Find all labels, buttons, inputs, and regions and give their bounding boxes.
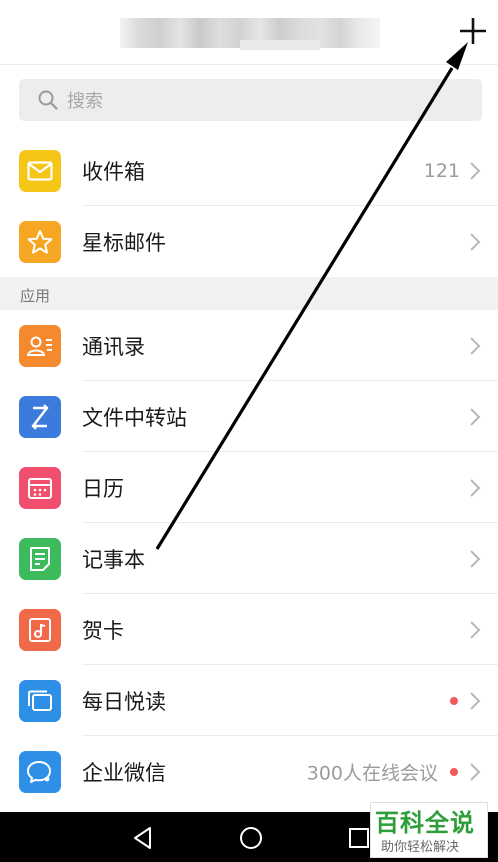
- reading-icon: [19, 679, 61, 722]
- unread-dot: [450, 696, 458, 705]
- calendar-icon: [19, 466, 61, 509]
- chevron-right-icon: [470, 336, 481, 355]
- notepad-icon: [19, 537, 61, 580]
- watermark-logo: 百科全说 助你轻松解决: [370, 802, 488, 858]
- file-transfer-icon: [19, 395, 61, 438]
- chevron-right-icon: [470, 161, 481, 180]
- chevron-right-icon: [470, 549, 481, 568]
- list-item-file-transfer[interactable]: 文件中转站: [0, 381, 498, 452]
- list-item-contacts[interactable]: 通讯录: [0, 310, 498, 381]
- header-bar: [0, 0, 498, 65]
- wework-icon: [19, 750, 61, 793]
- list-item-starred[interactable]: 星标邮件: [0, 206, 498, 277]
- greeting-card-label: 贺卡: [82, 618, 124, 643]
- contacts-icon: [19, 324, 61, 367]
- starred-label: 星标邮件: [82, 230, 166, 255]
- watermark-main-text: 百科全说: [375, 809, 475, 837]
- wework-subtext: 300人在线会议: [306, 762, 438, 784]
- star-icon: [19, 220, 61, 263]
- search-placeholder: 搜索: [67, 91, 103, 112]
- unread-dot: [450, 767, 458, 776]
- list-item-calendar[interactable]: 日历: [0, 452, 498, 523]
- list-item-wework[interactable]: 企业微信 300人在线会议: [0, 736, 498, 807]
- inbox-count: 121: [423, 159, 460, 182]
- search-input[interactable]: 搜索: [19, 79, 482, 121]
- list-item-inbox[interactable]: 收件箱 121: [0, 135, 498, 206]
- back-triangle-icon[interactable]: [130, 825, 156, 851]
- notepad-label: 记事本: [82, 547, 145, 572]
- greeting-card-icon: [19, 608, 61, 651]
- list-item-daily-reading[interactable]: 每日悦读: [0, 665, 498, 736]
- apps-section-header: 应用: [0, 277, 498, 310]
- watermark-sub-text: 助你轻松解决: [381, 840, 460, 855]
- chevron-right-icon: [470, 762, 481, 781]
- chevron-right-icon: [470, 478, 481, 497]
- daily-reading-label: 每日悦读: [82, 689, 166, 714]
- chevron-right-icon: [470, 407, 481, 426]
- search-icon: [38, 90, 58, 110]
- chevron-right-icon: [470, 620, 481, 639]
- redacted-account-title: [120, 18, 380, 50]
- envelope-icon: [19, 149, 61, 192]
- calendar-label: 日历: [82, 476, 124, 501]
- inbox-label: 收件箱: [82, 159, 145, 184]
- file-transfer-label: 文件中转站: [82, 405, 187, 430]
- list-item-notepad[interactable]: 记事本: [0, 523, 498, 594]
- chevron-right-icon: [470, 232, 481, 251]
- plus-icon[interactable]: [456, 14, 490, 48]
- home-circle-icon[interactable]: [238, 825, 264, 851]
- chevron-right-icon: [470, 691, 481, 710]
- recent-square-icon[interactable]: [346, 825, 372, 851]
- apps-section-title: 应用: [20, 287, 51, 305]
- list-item-greeting-card[interactable]: 贺卡: [0, 594, 498, 665]
- wework-label: 企业微信: [82, 760, 166, 785]
- search-section: 搜索: [0, 66, 498, 134]
- contacts-label: 通讯录: [82, 334, 145, 359]
